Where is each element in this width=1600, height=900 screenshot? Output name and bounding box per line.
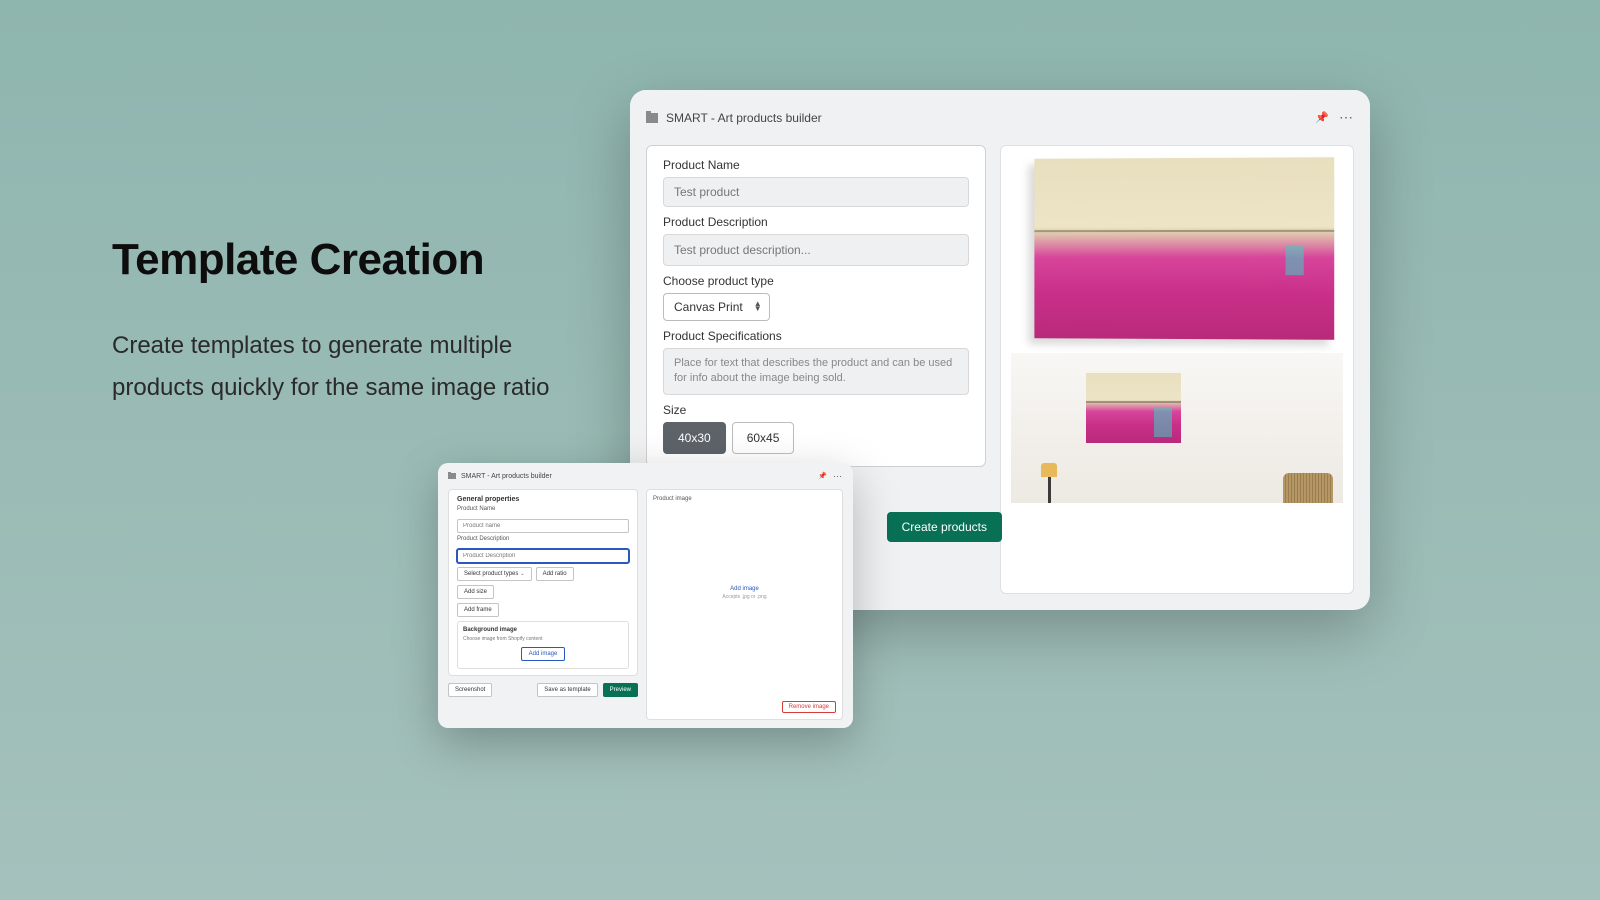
size-label: Size [663, 403, 969, 417]
app-title-small: SMART - Art products builder [461, 473, 552, 480]
save-template-button[interactable]: Save as template [537, 683, 597, 697]
app-title: SMART - Art products builder [666, 111, 822, 125]
specifications-label: Product Specifications [663, 329, 969, 343]
product-name-input[interactable] [663, 177, 969, 207]
card-header: SMART - Art products builder 📌 ⋯ [630, 90, 1370, 145]
pin-icon[interactable]: 📌 [1315, 111, 1329, 124]
folder-icon [646, 113, 658, 123]
folder-icon [448, 473, 456, 479]
product-description-input[interactable] [663, 234, 969, 266]
screenshot-button[interactable]: Screenshot [448, 683, 492, 697]
canvas-art-image [1034, 157, 1334, 340]
hero-subtitle: Create templates to generate multiple pr… [112, 325, 550, 409]
editor-footer: Screenshot Save as template Preview [448, 683, 638, 697]
bg-subtitle: Choose image from Shopify content [463, 636, 623, 642]
product-name-input-sm[interactable] [457, 519, 629, 533]
add-ratio-button[interactable]: Add ratio [536, 567, 574, 581]
hero-text: Template Creation Create templates to ge… [112, 235, 550, 409]
image-hint: Accepts .jpg or .png [722, 594, 766, 600]
chevron-down-icon: ⌄ [520, 571, 524, 577]
select-product-types[interactable]: Select product types ⌄ [457, 567, 532, 581]
remove-image-button[interactable]: Remove image [782, 701, 836, 713]
add-size-button[interactable]: Add size [457, 585, 494, 599]
product-image-panel: Product image Add image Accepts .jpg or … [646, 489, 843, 720]
product-desc-label-sm: Product Description [457, 536, 629, 542]
hero-title: Template Creation [112, 235, 550, 285]
lamp-decor [1039, 463, 1059, 503]
size-option-40x30[interactable]: 40x30 [663, 422, 726, 454]
preview-pane [1000, 145, 1354, 594]
room-preview [1011, 353, 1343, 503]
pin-icon[interactable]: 📌 [818, 472, 827, 480]
create-products-button[interactable]: Create products [887, 512, 1002, 542]
add-bg-image-button[interactable]: Add image [521, 647, 566, 661]
select-arrows-icon: ▲▼ [754, 302, 762, 312]
product-desc-input-sm[interactable] [457, 549, 629, 563]
bg-heading: Background image [463, 627, 623, 633]
product-form: Product Name Product Description Choose … [646, 145, 986, 467]
canvas-preview [1011, 156, 1343, 341]
more-icon[interactable]: ⋯ [833, 471, 843, 482]
background-image-panel: Background image Choose image from Shopi… [457, 621, 629, 669]
general-properties-panel: General properties Product Name Product … [448, 489, 638, 676]
product-name-label-sm: Product Name [457, 506, 629, 512]
product-name-label: Product Name [663, 158, 969, 172]
general-heading: General properties [457, 496, 629, 503]
card-header-small: SMART - Art products builder 📌 ⋯ [438, 463, 853, 489]
template-editor-card: SMART - Art products builder 📌 ⋯ General… [438, 463, 853, 728]
add-image-link[interactable]: Add image [722, 586, 766, 592]
size-option-60x45[interactable]: 60x45 [732, 422, 795, 454]
product-image-heading: Product image [653, 496, 836, 502]
add-frame-button[interactable]: Add frame [457, 603, 499, 617]
specifications-text: Place for text that describes the produc… [663, 348, 969, 395]
more-icon[interactable]: ⋯ [1339, 109, 1354, 126]
product-type-label: Choose product type [663, 274, 969, 288]
product-description-label: Product Description [663, 215, 969, 229]
preview-button[interactable]: Preview [603, 683, 638, 697]
chair-decor [1283, 473, 1333, 503]
room-art-image [1086, 373, 1181, 443]
